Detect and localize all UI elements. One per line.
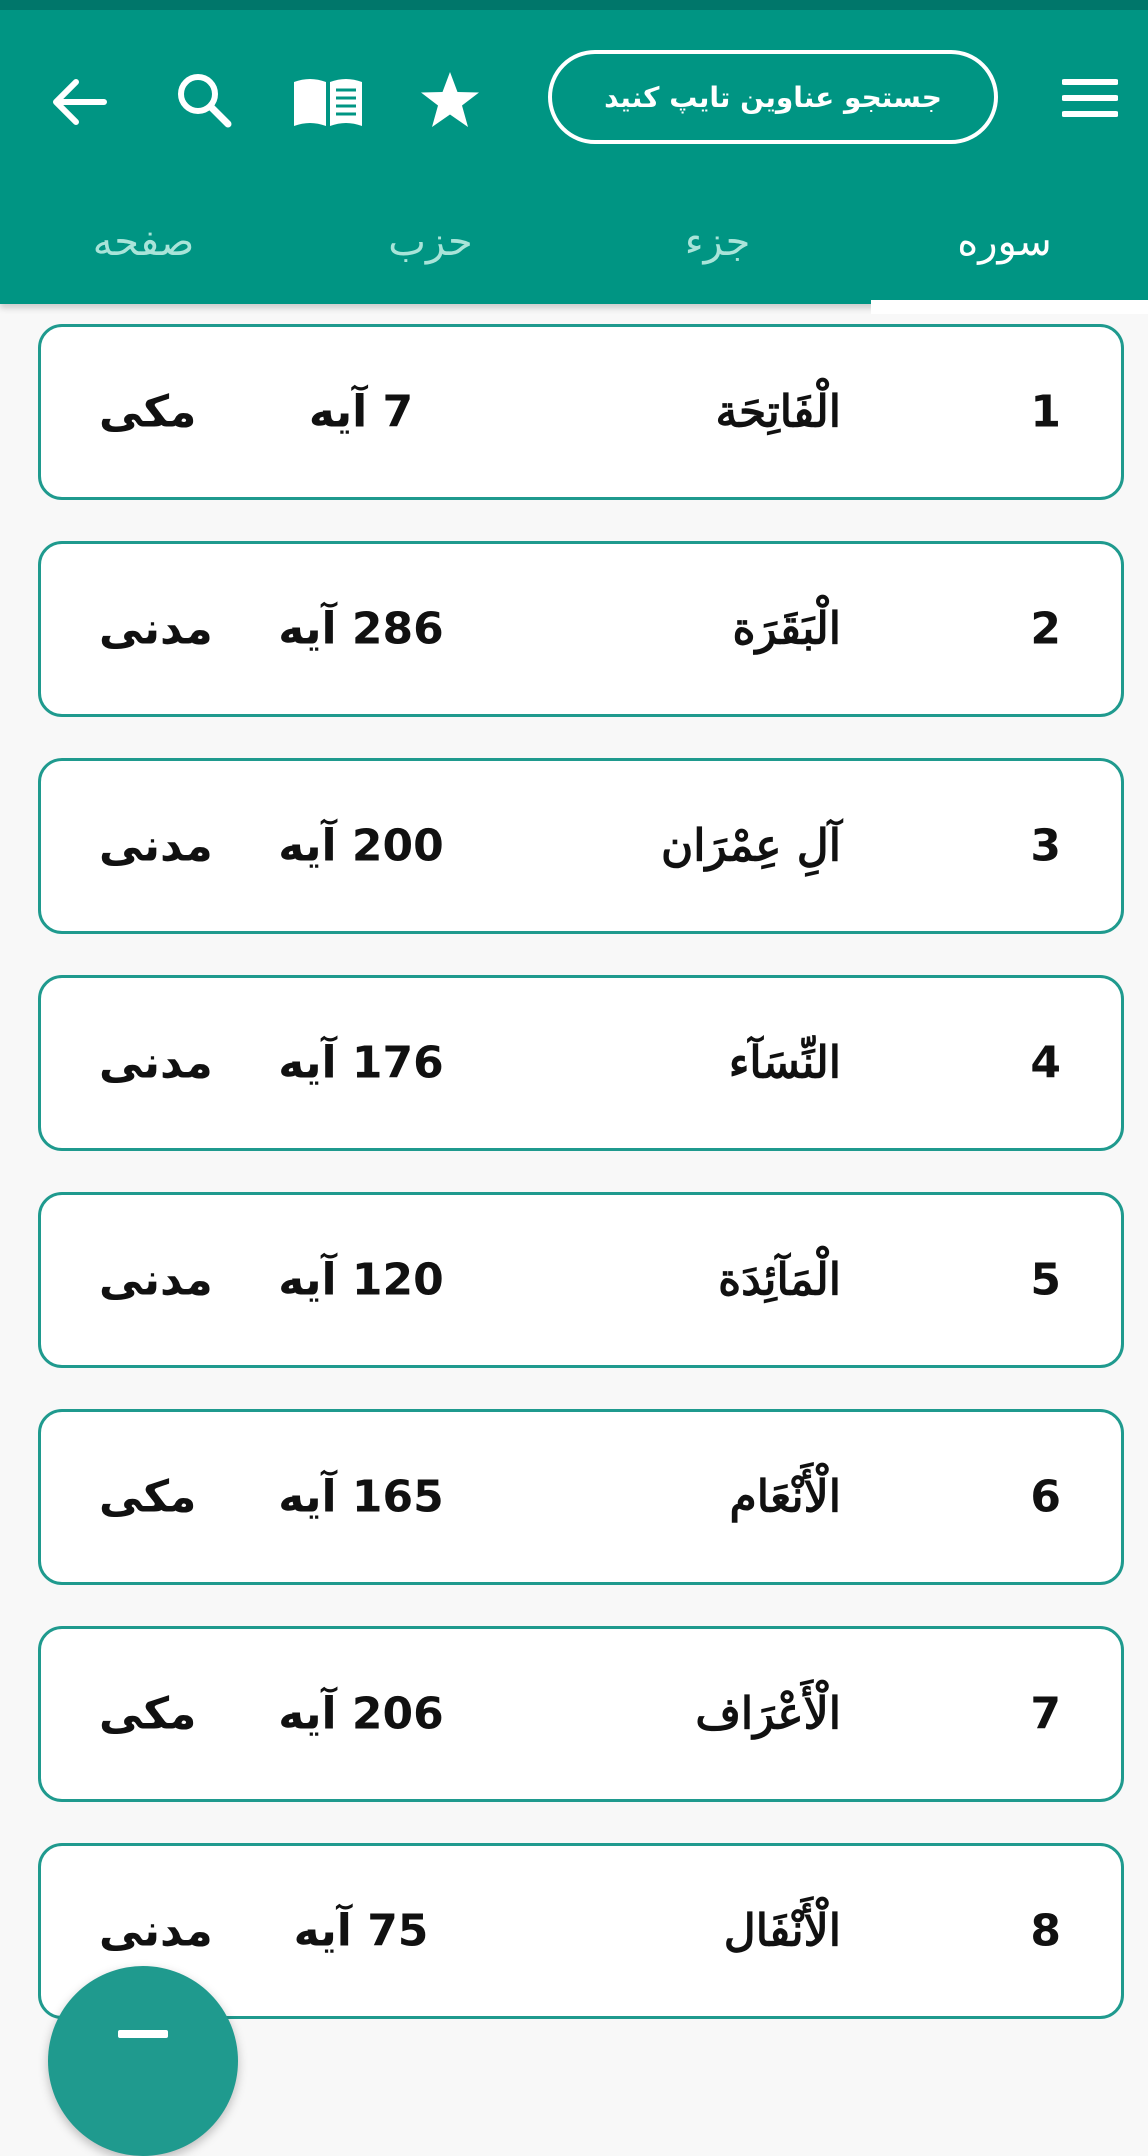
revelation-type: مکی [99, 386, 197, 438]
ayat-count: 120 آیه [278, 1254, 444, 1306]
fab-icon [118, 2030, 168, 2038]
surah-number: 6 [1030, 1471, 1061, 1523]
surah-name: الْأَنْفَال [723, 1905, 841, 1957]
surah-name: الْمَآئِدَة [718, 1254, 841, 1306]
tab-bar: سوره جزء حزب صفحه [0, 190, 1148, 314]
list-item[interactable]: 5 الْمَآئِدَة 120 آیه مدنی [38, 1192, 1124, 1368]
tab-page[interactable]: صفحه [0, 190, 287, 314]
tab-juz[interactable]: جزء [574, 190, 861, 314]
list-item[interactable]: 4 النِّسَآء 176 آیه مدنی [38, 975, 1124, 1151]
revelation-type: مکی [99, 1688, 197, 1740]
tab-label: جزء [684, 219, 751, 265]
ayat-count: 200 آیه [278, 820, 444, 872]
surah-name: آلِ عِمْرَان [660, 820, 841, 872]
list-item[interactable]: 3 آلِ عِمْرَان 200 آیه مدنی [38, 758, 1124, 934]
search-placeholder: جستجو عناوین تایپ کنید [604, 80, 942, 114]
revelation-type: مکی [99, 1471, 197, 1523]
tab-surah[interactable]: سوره [861, 190, 1148, 314]
surah-number: 1 [1030, 386, 1061, 438]
list-item[interactable]: 1 الْفَاتِحَة 7 آیه مکی [38, 324, 1124, 500]
surah-list: 1 الْفَاتِحَة 7 آیه مکی 2 الْبَقَرَة 286… [38, 324, 1124, 2060]
star-icon[interactable] [410, 60, 490, 140]
surah-name: الْأَعْرَاف [695, 1688, 841, 1740]
ayat-count: 75 آیه [293, 1905, 429, 1957]
ayat-count: 286 آیه [278, 603, 444, 655]
surah-name: الْبَقَرَة [732, 603, 842, 655]
search-input[interactable]: جستجو عناوین تایپ کنید [548, 50, 998, 144]
tab-label: حزب [388, 219, 473, 265]
ayat-count: 165 آیه [278, 1471, 444, 1523]
back-arrow-icon[interactable] [40, 62, 120, 142]
revelation-type: مدنی [99, 1905, 213, 1957]
list-item[interactable]: 6 الْأَنْعَام 165 آیه مکی [38, 1409, 1124, 1585]
ayat-count: 176 آیه [278, 1037, 444, 1089]
tab-label: صفحه [92, 219, 195, 265]
surah-number: 5 [1030, 1254, 1061, 1306]
search-icon[interactable] [164, 60, 244, 140]
surah-number: 4 [1030, 1037, 1061, 1089]
book-icon[interactable] [288, 62, 368, 142]
surah-name: الْأَنْعَام [729, 1471, 841, 1523]
surah-name: النِّسَآء [728, 1037, 841, 1089]
revelation-type: مدنی [99, 1254, 213, 1306]
surah-name: الْفَاتِحَة [715, 386, 841, 438]
list-item[interactable]: 2 الْبَقَرَة 286 آیه مدنی [38, 541, 1124, 717]
tab-label: سوره [957, 219, 1052, 265]
surah-number: 2 [1030, 603, 1061, 655]
revelation-type: مدنی [99, 603, 213, 655]
tab-hizb[interactable]: حزب [287, 190, 574, 314]
revelation-type: مدنی [99, 1037, 213, 1089]
surah-number: 3 [1030, 820, 1061, 872]
floating-action-button[interactable] [48, 1966, 238, 2156]
ayat-count: 7 آیه [308, 386, 414, 438]
surah-number: 8 [1030, 1905, 1061, 1957]
surah-number: 7 [1030, 1688, 1061, 1740]
app-bar: جستجو عناوین تایپ کنید سوره جزء حزب صفحه [0, 0, 1148, 314]
menu-icon[interactable] [1050, 58, 1130, 138]
revelation-type: مدنی [99, 820, 213, 872]
ayat-count: 206 آیه [278, 1688, 444, 1740]
list-item[interactable]: 7 الْأَعْرَاف 206 آیه مکی [38, 1626, 1124, 1802]
